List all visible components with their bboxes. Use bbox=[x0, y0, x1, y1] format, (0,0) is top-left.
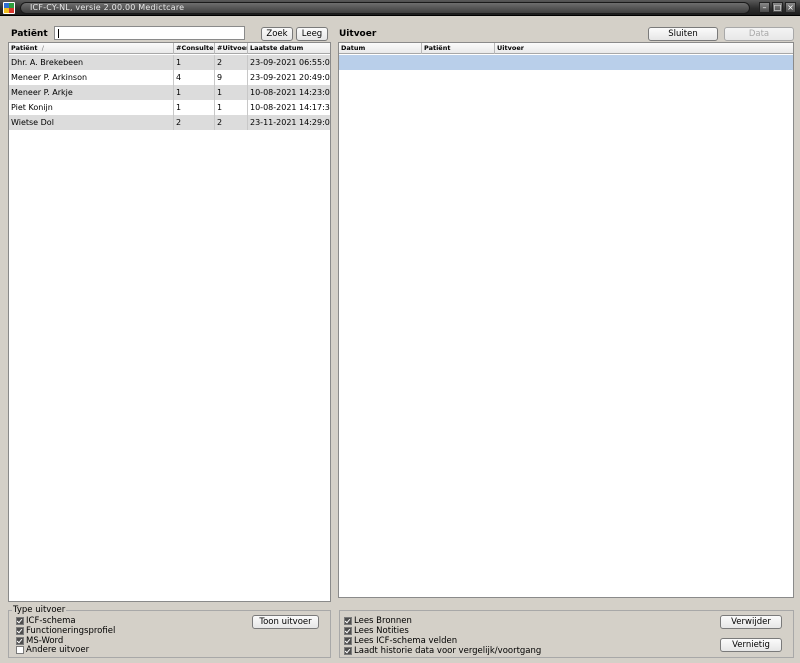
table-row[interactable]: Dhr. A. Brekebeen 1 2 23-09-2021 06:55:0… bbox=[9, 55, 330, 70]
patient-table: Patiënt / #Consulten #Uitvoer Laatste da… bbox=[8, 42, 331, 602]
cell-uitvoer: 9 bbox=[215, 70, 248, 85]
sluiten-button[interactable]: Sluiten bbox=[648, 27, 718, 41]
laadt-historie-checkbox[interactable] bbox=[344, 647, 352, 655]
cell-laatste-datum: 23-09-2021 20:49:00 bbox=[250, 73, 330, 82]
maximize-icon[interactable]: □ bbox=[772, 2, 783, 13]
column-header-laatste-datum[interactable]: Laatste datum bbox=[248, 43, 330, 54]
verwijder-button[interactable]: Verwijder bbox=[720, 615, 782, 629]
window-title: ICF-CY-NL, versie 2.00.00 Medictcare bbox=[30, 3, 185, 12]
patient-label: Patiënt bbox=[11, 29, 48, 39]
cell-patient: Dhr. A. Brekebeen bbox=[9, 55, 174, 70]
vernietig-button[interactable]: Vernietig bbox=[720, 638, 782, 652]
minimize-icon[interactable]: – bbox=[759, 2, 770, 13]
uitvoer-label: Uitvoer bbox=[339, 29, 377, 39]
zoek-button[interactable]: Zoek bbox=[261, 27, 293, 41]
cell-patient: Meneer P. Arkje bbox=[9, 85, 174, 100]
cell-consulten: 2 bbox=[174, 115, 215, 130]
close-icon[interactable]: × bbox=[785, 2, 796, 13]
patient-table-header: Patiënt / #Consulten #Uitvoer Laatste da… bbox=[9, 43, 330, 54]
table-row[interactable]: Wietse Dol 2 2 23-11-2021 14:29:00 bbox=[9, 115, 330, 130]
cell-patient: Piet Konijn bbox=[9, 100, 174, 115]
cell-uitvoer: 2 bbox=[215, 55, 248, 70]
table-row[interactable]: Meneer P. Arkje 1 1 10-08-2021 14:23:06 bbox=[9, 85, 330, 100]
type-uitvoer-title: Type uitvoer bbox=[12, 605, 67, 615]
lees-icf-schema-velden-label: Lees ICF-schema velden bbox=[354, 636, 458, 646]
cell-consulten: 4 bbox=[174, 70, 215, 85]
andere-uitvoer-label: Andere uitvoer bbox=[26, 645, 90, 655]
data-button[interactable]: Data bbox=[724, 27, 794, 41]
cell-patient: Meneer P. Arkinson bbox=[9, 70, 174, 85]
functioneringsprofiel-checkbox[interactable] bbox=[16, 627, 24, 635]
lees-notities-label: Lees Notities bbox=[354, 626, 409, 636]
cell-laatste-datum: 23-11-2021 14:29:00 bbox=[250, 118, 330, 127]
andere-uitvoer-checkbox[interactable] bbox=[16, 646, 24, 654]
column-header-datum[interactable]: Datum bbox=[339, 43, 422, 54]
column-header-consulten[interactable]: #Consulten bbox=[174, 43, 215, 54]
laadt-historie-label: Laadt historie data voor vergelijk/voort… bbox=[354, 646, 542, 656]
toon-uitvoer-button[interactable]: Toon uitvoer bbox=[252, 615, 319, 629]
column-header-uitvoer[interactable]: #Uitvoer bbox=[215, 43, 248, 54]
table-row[interactable]: Piet Konijn 1 1 10-08-2021 14:17:39 bbox=[9, 100, 330, 115]
cell-uitvoer: 1 bbox=[215, 100, 248, 115]
lees-icf-schema-velden-checkbox[interactable] bbox=[344, 637, 352, 645]
cell-consulten: 1 bbox=[174, 85, 215, 100]
sort-indicator-icon: / bbox=[41, 44, 44, 52]
icf-schema-label: ICF-schema bbox=[26, 616, 76, 626]
functioneringsprofiel-label: Functioneringsprofiel bbox=[26, 626, 116, 636]
cell-uitvoer: 2 bbox=[215, 115, 248, 130]
selected-row[interactable] bbox=[339, 55, 793, 70]
app-icon bbox=[3, 2, 15, 14]
cell-laatste-datum: 10-08-2021 14:17:39 bbox=[250, 103, 330, 112]
icf-schema-checkbox[interactable] bbox=[16, 617, 24, 625]
table-row[interactable]: Meneer P. Arkinson 4 9 23-09-2021 20:49:… bbox=[9, 70, 330, 85]
cell-laatste-datum: 10-08-2021 14:23:06 bbox=[250, 88, 330, 97]
lees-bronnen-checkbox[interactable] bbox=[344, 617, 352, 625]
lees-notities-checkbox[interactable] bbox=[344, 627, 352, 635]
column-header-uitvoer[interactable]: Uitvoer bbox=[495, 43, 793, 54]
uitvoer-table-header: Datum Patiënt Uitvoer bbox=[339, 43, 793, 54]
cell-laatste-datum: 23-09-2021 06:55:00 bbox=[250, 58, 330, 67]
column-header-patient[interactable]: Patiënt bbox=[422, 43, 495, 54]
ms-word-checkbox[interactable] bbox=[16, 637, 24, 645]
cell-patient: Wietse Dol bbox=[9, 115, 174, 130]
leeg-button[interactable]: Leeg bbox=[296, 27, 328, 41]
column-header-patient[interactable]: Patiënt / bbox=[9, 43, 174, 54]
cell-uitvoer: 1 bbox=[215, 85, 248, 100]
cell-consulten: 1 bbox=[174, 100, 215, 115]
cell-consulten: 1 bbox=[174, 55, 215, 70]
text-caret bbox=[58, 29, 59, 38]
title-bar: ICF-CY-NL, versie 2.00.00 Medictcare – □… bbox=[0, 0, 800, 16]
patient-search-input[interactable] bbox=[54, 26, 245, 40]
uitvoer-table: Datum Patiënt Uitvoer bbox=[338, 42, 794, 598]
lees-bronnen-label: Lees Bronnen bbox=[354, 616, 412, 626]
